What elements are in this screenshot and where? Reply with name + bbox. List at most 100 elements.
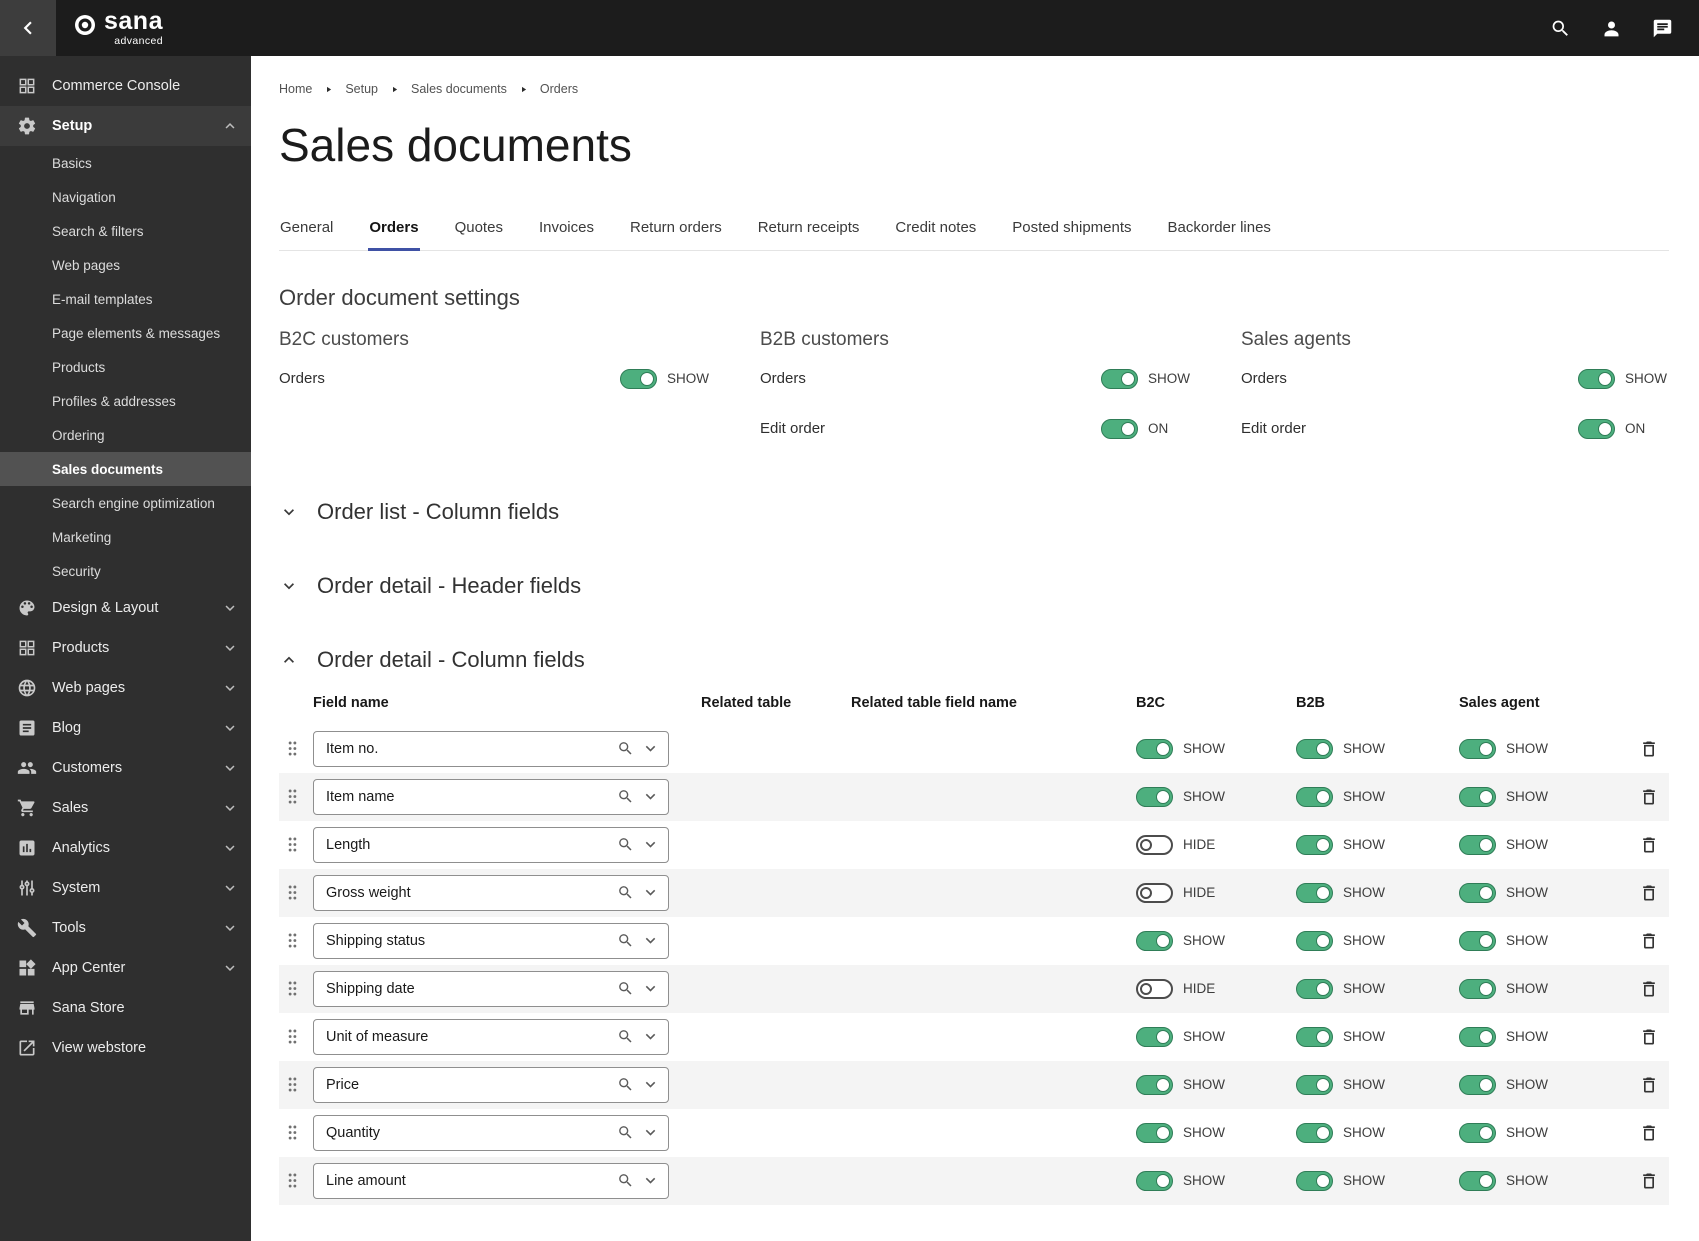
field-name-input[interactable]: Length [313,826,669,863]
feedback-icon[interactable] [1652,18,1673,39]
b2b-toggle[interactable] [1296,786,1333,807]
search-icon[interactable] [617,980,634,997]
sidebar-item-sales[interactable]: Sales [0,788,251,828]
b2b-toggle[interactable] [1296,1026,1333,1047]
drag-handle[interactable] [279,835,313,854]
sidebar-subitem-search-filters[interactable]: Search & filters [0,214,251,248]
search-icon[interactable] [617,740,634,757]
b2b-toggle[interactable] [1296,834,1333,855]
sidebar-subitem-marketing[interactable]: Marketing [0,520,251,554]
chevron-down-icon[interactable] [641,931,660,950]
b2b-toggle[interactable] [1296,930,1333,951]
b2b-toggle[interactable] [1296,882,1333,903]
sales-agent-toggle[interactable] [1459,978,1496,999]
tab-posted-shipments[interactable]: Posted shipments [1011,213,1132,251]
sidebar-item-blog[interactable]: Blog [0,708,251,748]
sidebar-item-commerce-console[interactable]: Commerce Console [0,66,251,106]
sidebar-item-system[interactable]: System [0,868,251,908]
b2c-toggle[interactable] [1136,1074,1173,1095]
search-icon[interactable] [617,1028,634,1045]
search-icon[interactable] [617,1172,634,1189]
delete-row-button[interactable] [1639,979,1659,999]
tab-invoices[interactable]: Invoices [538,213,595,251]
b2b-toggle[interactable] [1296,1170,1333,1191]
delete-row-button[interactable] [1639,883,1659,903]
breadcrumb-item-sales-documents[interactable]: Sales documents [411,82,507,96]
b2c-toggle[interactable] [1136,834,1173,855]
b2c-toggle[interactable] [1136,1026,1173,1047]
b2b-toggle[interactable] [1296,978,1333,999]
drag-handle[interactable] [279,739,313,758]
section-order-detail-header-fields[interactable]: Order detail - Header fields [279,573,1669,599]
sidebar-subitem-ordering[interactable]: Ordering [0,418,251,452]
b2b-toggle[interactable] [1296,1074,1333,1095]
drag-handle[interactable] [279,1075,313,1094]
chevron-down-icon[interactable] [279,576,299,596]
sales-agent-toggle[interactable] [1459,834,1496,855]
drag-handle[interactable] [279,883,313,902]
field-name-input[interactable]: Shipping date [313,970,669,1007]
field-name-input[interactable]: Item name [313,778,669,815]
chevron-down-icon[interactable] [641,979,660,998]
breadcrumb-item-home[interactable]: Home [279,82,312,96]
field-name-input[interactable]: Price [313,1066,669,1103]
sidebar-item-view-webstore[interactable]: View webstore [0,1028,251,1068]
account-icon[interactable] [1601,18,1622,39]
drag-handle[interactable] [279,979,313,998]
field-name-input[interactable]: Unit of measure [313,1018,669,1055]
field-name-input[interactable]: Line amount [313,1162,669,1199]
chevron-down-icon[interactable] [641,1171,660,1190]
search-icon[interactable] [617,932,634,949]
section-order-list-column-fields[interactable]: Order list - Column fields [279,499,1669,525]
tab-credit-notes[interactable]: Credit notes [894,213,977,251]
sales-agent-toggle[interactable] [1459,1170,1496,1191]
b2b-toggle[interactable] [1296,1122,1333,1143]
sidebar-item-app-center[interactable]: App Center [0,948,251,988]
sidebar-item-web-pages[interactable]: Web pages [0,668,251,708]
sidebar-item-sana-store[interactable]: Sana Store [0,988,251,1028]
chevron-down-icon[interactable] [641,1027,660,1046]
b2b-toggle[interactable] [1296,738,1333,759]
tab-return-orders[interactable]: Return orders [629,213,723,251]
chevron-down-icon[interactable] [641,1075,660,1094]
b2b-customers-orders-toggle[interactable] [1101,368,1138,389]
b2c-toggle[interactable] [1136,1170,1173,1191]
breadcrumb-item-setup[interactable]: Setup [345,82,378,96]
sidebar-item-setup[interactable]: Setup [0,106,251,146]
field-name-input[interactable]: Item no. [313,730,669,767]
chevron-down-icon[interactable] [641,739,660,758]
b2c-toggle[interactable] [1136,978,1173,999]
sales-agent-toggle[interactable] [1459,1122,1496,1143]
chevron-down-icon[interactable] [641,883,660,902]
b2c-toggle[interactable] [1136,1122,1173,1143]
sales-agent-toggle[interactable] [1459,738,1496,759]
b2c-customers-orders-toggle[interactable] [620,368,657,389]
sidebar-item-analytics[interactable]: Analytics [0,828,251,868]
sidebar-item-customers[interactable]: Customers [0,748,251,788]
sales-agents-orders-toggle[interactable] [1578,368,1615,389]
search-icon[interactable] [617,836,634,853]
sales-agent-toggle[interactable] [1459,930,1496,951]
breadcrumb-item-orders[interactable]: Orders [540,82,578,96]
chevron-down-icon[interactable] [641,835,660,854]
sidebar-subitem-web-pages[interactable]: Web pages [0,248,251,282]
drag-handle[interactable] [279,787,313,806]
sidebar-item-products[interactable]: Products [0,628,251,668]
tab-general[interactable]: General [279,213,334,251]
chevron-down-icon[interactable] [641,787,660,806]
delete-row-button[interactable] [1639,739,1659,759]
section-order-detail-column-fields[interactable]: Order detail - Column fields [279,647,1669,673]
sidebar-subitem-page-elements-messages[interactable]: Page elements & messages [0,316,251,350]
tab-quotes[interactable]: Quotes [454,213,504,251]
b2c-toggle[interactable] [1136,786,1173,807]
search-icon[interactable] [617,1124,634,1141]
sidebar-subitem-basics[interactable]: Basics [0,146,251,180]
tab-backorder-lines[interactable]: Backorder lines [1167,213,1272,251]
sales-agents-edit-order-toggle[interactable] [1578,418,1615,439]
search-icon[interactable] [1550,18,1571,39]
sales-agent-toggle[interactable] [1459,882,1496,903]
sidebar-item-tools[interactable]: Tools [0,908,251,948]
field-name-input[interactable]: Quantity [313,1114,669,1151]
sidebar-subitem-search-engine-optimization[interactable]: Search engine optimization [0,486,251,520]
chevron-down-icon[interactable] [279,502,299,522]
